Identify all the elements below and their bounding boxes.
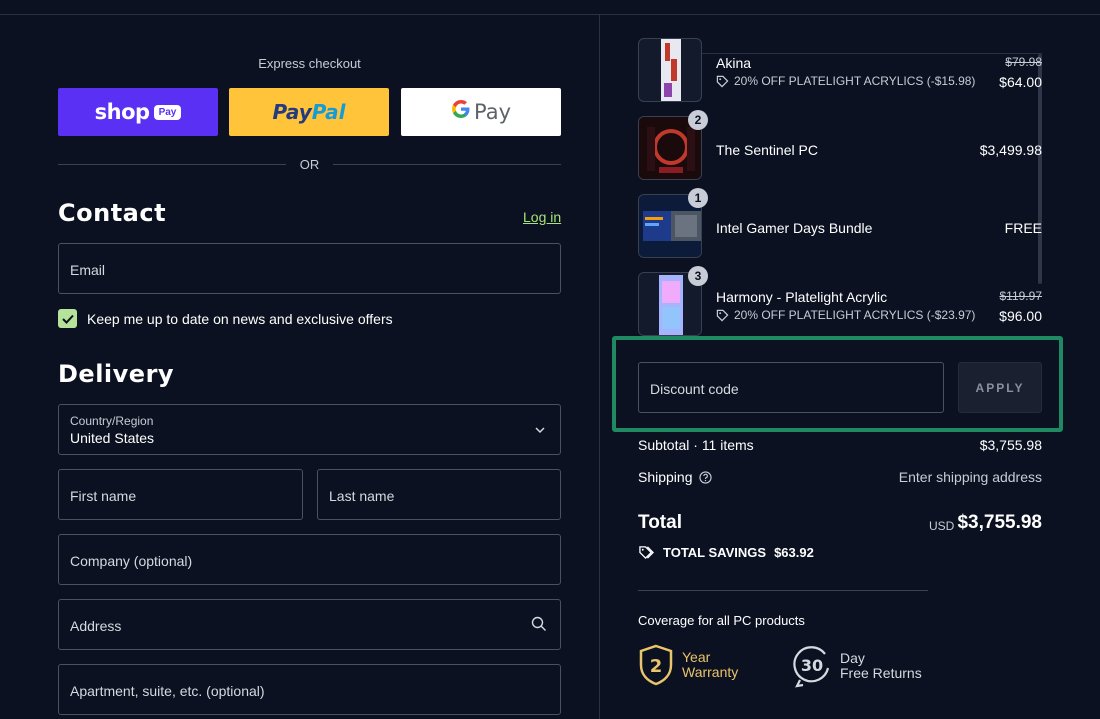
cart-item-price: FREE [1004,220,1042,236]
apartment-placeholder: Apartment, suite, etc. (optional) [70,683,265,699]
cart-item: Akina 20% OFF PLATELIGHT ACRYLICS (-$15.… [638,38,1042,102]
cart-item-name: Intel Gamer Days Bundle [716,220,873,236]
cart-item: 2 The Sentinel PC $3,499.98 [638,110,1042,180]
shipping-value: Enter shipping address [898,469,1042,485]
total-savings: TOTAL SAVINGS $63.92 [638,545,814,560]
newsletter-checkbox[interactable] [58,309,77,328]
cart-item-quantity-badge: 2 [688,110,708,130]
cart-item-original-price: $79.98 [1005,55,1042,69]
google-pay-button[interactable]: Pay [401,88,561,136]
or-line-left [58,163,286,165]
savings-label: TOTAL SAVINGS [663,545,767,560]
savings-tag-icon [639,546,654,560]
shop-pay-logo: shop [94,100,150,124]
cart-item-price: $3,499.98 [979,142,1042,158]
cart-item-discount: 20% OFF PLATELIGHT ACRYLICS (-$23.97) [716,308,975,322]
apartment-field[interactable]: Apartment, suite, etc. (optional) [58,664,561,715]
cart-item-name: Harmony - Platelight Acrylic [716,289,888,305]
shipping-label: Shipping [638,469,693,485]
returns-badge: 30 Day Free Returns [792,644,922,688]
address-field[interactable]: Address [58,599,561,650]
coverage-title: Coverage for all PC products [638,613,805,628]
first-name-placeholder: First name [70,488,137,504]
coverage-divider [638,590,928,591]
contact-heading: Contact [58,199,167,227]
discount-code-placeholder: Discount code [650,381,739,397]
delivery-heading: Delivery [58,360,175,388]
cart-item-price: $96.00 [999,308,1042,324]
country-label: Country/Region [70,414,154,428]
subtotal-label: Subtotal · 11 items [638,437,754,453]
or-text: OR [299,156,320,172]
cart-item: 3 Harmony - Platelight Acrylic 20% OFF P… [638,266,1043,336]
cart-item: 1 Intel Gamer Days Bundle FREE [638,188,1042,258]
address-placeholder: Address [70,618,122,634]
tag-icon [716,309,729,321]
returns-text: Day Free Returns [840,650,922,681]
chevron-down-icon [535,427,545,434]
or-separator: OR [58,155,561,173]
tag-icon [716,75,729,87]
svg-text:2: 2 [650,656,663,677]
or-line-right [333,163,561,165]
cart-item-price: $64.00 [999,74,1042,90]
svg-text:30: 30 [801,656,823,675]
country-value: United States [70,430,155,446]
newsletter-row: Keep me up to date on news and exclusive… [58,309,393,328]
shipping-row: Shipping Enter shipping address [638,469,1042,487]
first-name-field[interactable]: First name [58,469,303,520]
apply-discount-button[interactable]: APPLY [958,362,1042,413]
company-field[interactable]: Company (optional) [58,534,561,585]
discount-code-input[interactable]: Discount code [638,362,944,413]
google-g-icon [451,99,471,125]
return-arrow-icon: 30 [793,646,830,688]
express-checkout-title: Express checkout [258,56,361,71]
last-name-field[interactable]: Last name [317,469,561,520]
warranty-text: Year Warranty [682,649,739,680]
subtotal-value: $3,755.98 [979,437,1042,453]
total-label: Total [638,512,682,533]
shield-icon: 2 [639,644,673,686]
total-currency: USD [929,519,955,533]
warranty-badge: 2 Year Warranty [638,644,738,686]
subtotal-row: Subtotal · 11 items $3,755.98 [638,437,1042,455]
shop-pay-button[interactable]: shop Pay [58,88,218,136]
last-name-placeholder: Last name [329,488,395,504]
help-icon[interactable] [698,470,712,484]
search-icon [531,616,546,631]
savings-value: $63.92 [774,545,814,560]
shop-pay-badge: Pay [153,104,182,120]
company-placeholder: Company (optional) [70,553,193,569]
cart-item-name: Akina [716,55,752,71]
column-divider [599,15,600,719]
paypal-button[interactable]: PayPal [229,88,389,136]
cart-item-original-price: $119.97 [999,289,1043,303]
newsletter-label: Keep me up to date on news and exclusive… [87,310,393,327]
cart-item-quantity-badge: 1 [688,188,708,208]
google-pay-label: Pay [473,100,512,124]
email-placeholder: Email [70,262,106,278]
email-field[interactable]: Email [58,243,561,294]
checkmark-icon [61,314,74,324]
product-thumbnail-akina [638,38,702,102]
cart-item-name: The Sentinel PC [716,142,818,158]
top-divider [0,14,1100,15]
total-value: $3,755.98 [957,512,1042,533]
login-link[interactable]: Log in [523,209,561,225]
country-select[interactable]: Country/Region United States [58,404,561,455]
cart-item-discount: 20% OFF PLATELIGHT ACRYLICS (-$15.98) [716,74,975,88]
cart-item-quantity-badge: 3 [688,266,708,286]
paypal-logo: PayPal [272,100,346,124]
